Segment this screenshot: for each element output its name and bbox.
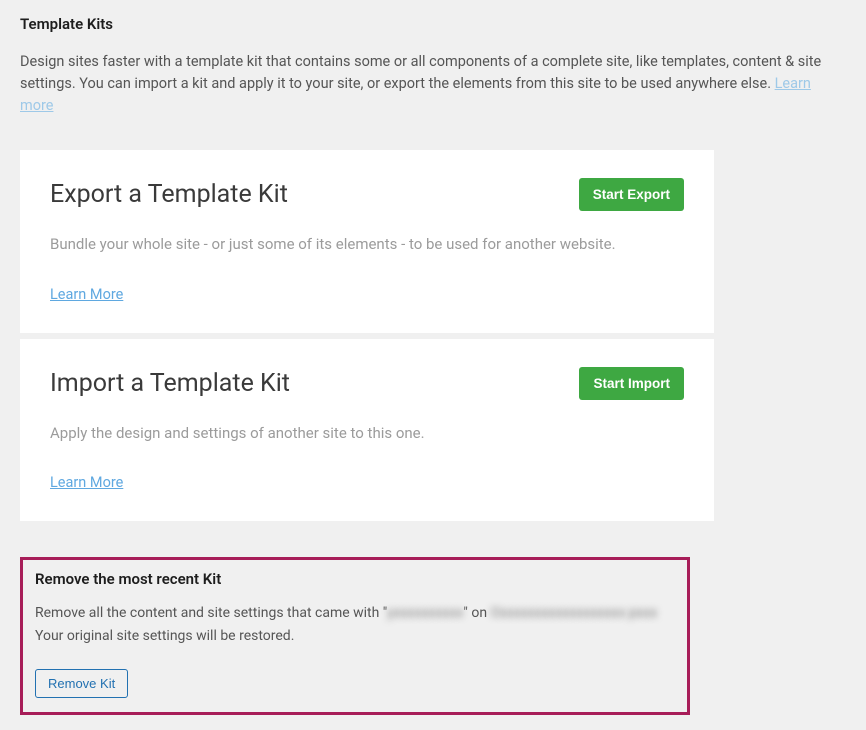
redacted-date: Oxxxxxxxxxxxxxxxxxx pxxx bbox=[491, 605, 658, 621]
description-text: Design sites faster with a template kit … bbox=[20, 53, 821, 92]
page-description: Design sites faster with a template kit … bbox=[20, 51, 846, 116]
export-card: Export a Template Kit Start Export Bundl… bbox=[20, 150, 714, 333]
import-card-description: Apply the design and settings of another… bbox=[50, 422, 684, 445]
import-card: Import a Template Kit Start Import Apply… bbox=[20, 339, 714, 522]
export-card-description: Bundle your whole site - or just some of… bbox=[50, 233, 684, 256]
redacted-kit-name: yxxxxxxxxxx bbox=[387, 605, 463, 621]
export-learn-more-link[interactable]: Learn More bbox=[50, 286, 123, 303]
remove-kit-panel: Remove the most recent Kit Remove all th… bbox=[20, 557, 690, 715]
remove-desc-pre: Remove all the content and site settings… bbox=[35, 605, 387, 621]
import-learn-more-link[interactable]: Learn More bbox=[50, 474, 123, 491]
page-title: Template Kits bbox=[20, 15, 846, 33]
remove-kit-button[interactable]: Remove Kit bbox=[35, 669, 128, 698]
remove-panel-title: Remove the most recent Kit bbox=[35, 570, 675, 588]
remove-desc-mid: " on bbox=[463, 605, 490, 621]
import-card-title: Import a Template Kit bbox=[50, 369, 290, 398]
start-import-button[interactable]: Start Import bbox=[579, 367, 684, 400]
remove-desc-post: Your original site settings will be rest… bbox=[35, 628, 294, 644]
remove-panel-description: Remove all the content and site settings… bbox=[35, 602, 675, 647]
start-export-button[interactable]: Start Export bbox=[579, 178, 684, 211]
export-card-title: Export a Template Kit bbox=[50, 180, 288, 209]
